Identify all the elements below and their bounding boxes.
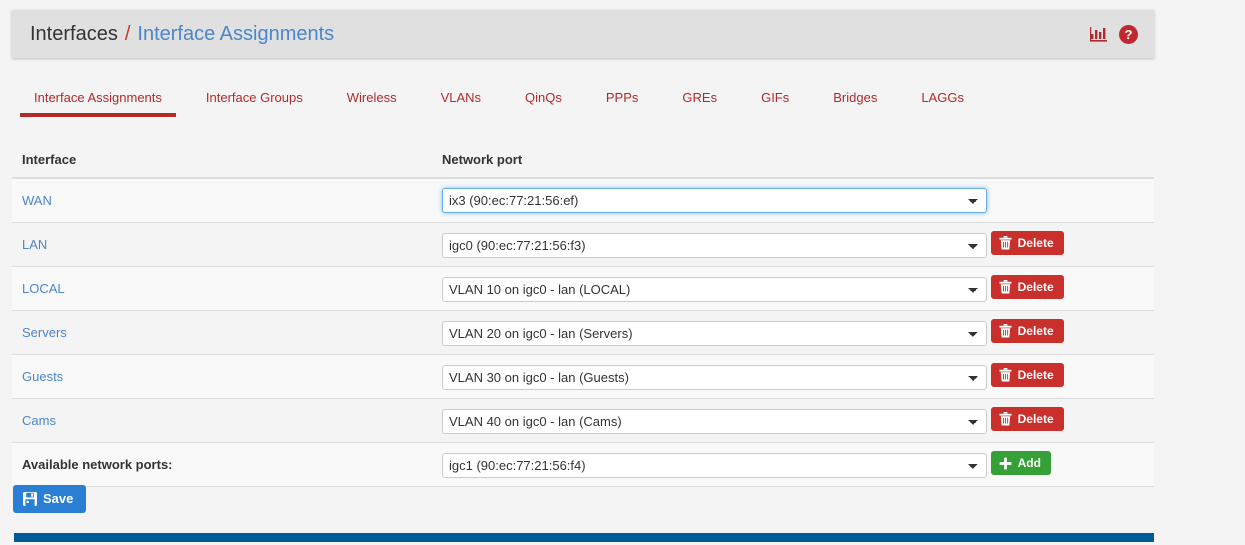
trash-icon [999, 280, 1012, 294]
network-port-cell: VLAN 10 on igc0 - lan (LOCAL) Delete [432, 266, 1154, 311]
tab-gres[interactable]: GREs [660, 84, 739, 120]
network-port-select-wan[interactable]: ix3 (90:ec:77:21:56:ef) [442, 188, 987, 213]
tab-ppps[interactable]: PPPs [584, 84, 661, 120]
available-ports-cell: igc1 (90:ec:77:21:56:f4) Add [432, 442, 1154, 487]
delete-button-servers[interactable]: Delete [990, 319, 1064, 343]
page-header: Interfaces / Interface Assignments ? [12, 10, 1154, 58]
interface-link-local[interactable]: LOCAL [22, 281, 65, 296]
tab-bar: Interface Assignments Interface Groups W… [12, 84, 1154, 126]
available-ports-label-cell: Available network ports: [12, 442, 432, 487]
svg-text:?: ? [1125, 27, 1133, 42]
delete-button-guests[interactable]: Delete [990, 363, 1064, 387]
network-port-select-servers[interactable]: VLAN 20 on igc0 - lan (Servers) [442, 321, 987, 346]
interface-cell: LAN [12, 222, 432, 267]
table-row: LAN igc0 (90:ec:77:21:56:f3) Delete [12, 222, 1154, 267]
tab-label: VLANs [440, 90, 482, 105]
header-icon-group: ? [1090, 24, 1138, 44]
bottom-panel-strip [14, 533, 1154, 542]
tab-label: Bridges [833, 90, 878, 105]
breadcrumb-root: Interfaces [30, 23, 118, 45]
breadcrumb: Interfaces / Interface Assignments [30, 24, 334, 44]
tab-vlans[interactable]: VLANs [419, 84, 503, 120]
trash-icon [999, 236, 1012, 250]
tab-label: PPPs [605, 90, 639, 105]
interface-link-guests[interactable]: Guests [22, 369, 63, 384]
network-port-cell: igc0 (90:ec:77:21:56:f3) Delete [432, 222, 1154, 267]
interface-link-lan[interactable]: LAN [22, 237, 47, 252]
column-header-network-port: Network port [432, 148, 1154, 179]
network-port-select-local[interactable]: VLAN 10 on igc0 - lan (LOCAL) [442, 277, 987, 302]
interface-link-cams[interactable]: Cams [22, 413, 56, 428]
interface-cell: Guests [12, 354, 432, 399]
network-port-cell: VLAN 30 on igc0 - lan (Guests) Delete [432, 354, 1154, 399]
network-port-cell: ix3 (90:ec:77:21:56:ef) [432, 178, 1154, 223]
interface-cell: LOCAL [12, 266, 432, 311]
delete-button-lan[interactable]: Delete [990, 231, 1064, 255]
tab-label: QinQs [525, 90, 562, 105]
tab-interface-groups[interactable]: Interface Groups [184, 84, 325, 120]
tab-bridges[interactable]: Bridges [811, 84, 899, 120]
trash-icon [999, 324, 1012, 338]
breadcrumb-current[interactable]: Interface Assignments [137, 24, 334, 44]
floppy-disk-icon [23, 492, 37, 506]
add-button-label: Add [1017, 456, 1041, 471]
tab-label: LAGGs [921, 90, 964, 105]
tab-label: Wireless [346, 90, 397, 105]
form-actions: Save [13, 485, 87, 513]
delete-button-local[interactable]: Delete [990, 275, 1064, 299]
tab-label: GREs [682, 90, 718, 105]
tab-label: GIFs [761, 90, 790, 105]
plus-icon [999, 457, 1012, 470]
help-icon[interactable]: ? [1119, 24, 1138, 44]
interface-link-wan[interactable]: WAN [22, 193, 52, 208]
tab-label: Interface Groups [205, 90, 303, 105]
delete-button-label: Delete [1017, 412, 1054, 426]
interface-cell: Servers [12, 310, 432, 355]
table-row: Servers VLAN 20 on igc0 - lan (Servers) [12, 310, 1154, 355]
table-header-row: Interface Network port [12, 148, 1154, 179]
trash-icon [999, 412, 1012, 426]
interface-cell: WAN [12, 178, 432, 223]
interface-cell: Cams [12, 398, 432, 443]
stats-icon[interactable] [1090, 26, 1107, 43]
delete-button-label: Delete [1017, 280, 1054, 294]
add-button[interactable]: Add [990, 451, 1051, 476]
delete-button-cams[interactable]: Delete [990, 407, 1064, 431]
table-row: LOCAL VLAN 10 on igc0 - lan (LOCAL) Dele… [12, 266, 1154, 311]
delete-button-label: Delete [1017, 324, 1054, 338]
save-button[interactable]: Save [13, 485, 87, 513]
save-button-label: Save [43, 491, 74, 506]
available-network-port-select[interactable]: igc1 (90:ec:77:21:56:f4) [442, 452, 987, 478]
trash-icon [999, 368, 1012, 382]
network-port-select-lan[interactable]: igc0 (90:ec:77:21:56:f3) [442, 233, 987, 258]
tab-laggs[interactable]: LAGGs [899, 84, 986, 120]
tab-gifs[interactable]: GIFs [739, 84, 811, 120]
available-ports-row: Available network ports: igc1 (90:ec:77:… [12, 442, 1154, 487]
tab-interface-assignments[interactable]: Interface Assignments [12, 84, 184, 120]
table-row: Guests VLAN 30 on igc0 - lan (Guests) De… [12, 354, 1154, 399]
breadcrumb-separator: / [124, 23, 131, 45]
table-row: WAN ix3 (90:ec:77:21:56:ef) [12, 178, 1154, 223]
network-port-cell: VLAN 40 on igc0 - lan (Cams) Delete [432, 398, 1154, 443]
network-port-cell: VLAN 20 on igc0 - lan (Servers) Delete [432, 310, 1154, 355]
tab-wireless[interactable]: Wireless [325, 84, 419, 120]
available-ports-label: Available network ports: [22, 457, 173, 472]
interface-assignments-table: Interface Network port WAN ix3 (90:ec:77… [12, 148, 1154, 487]
delete-button-label: Delete [1017, 368, 1054, 382]
network-port-select-guests[interactable]: VLAN 30 on igc0 - lan (Guests) [442, 365, 987, 390]
tab-qinqs[interactable]: QinQs [503, 84, 584, 120]
column-header-interface: Interface [12, 148, 432, 179]
interface-link-servers[interactable]: Servers [22, 325, 67, 340]
network-port-select-cams[interactable]: VLAN 40 on igc0 - lan (Cams) [442, 409, 987, 434]
delete-button-label: Delete [1017, 236, 1054, 250]
table-row: Cams VLAN 40 on igc0 - lan (Cams) Delete [12, 398, 1154, 443]
tab-label: Interface Assignments [34, 90, 162, 105]
